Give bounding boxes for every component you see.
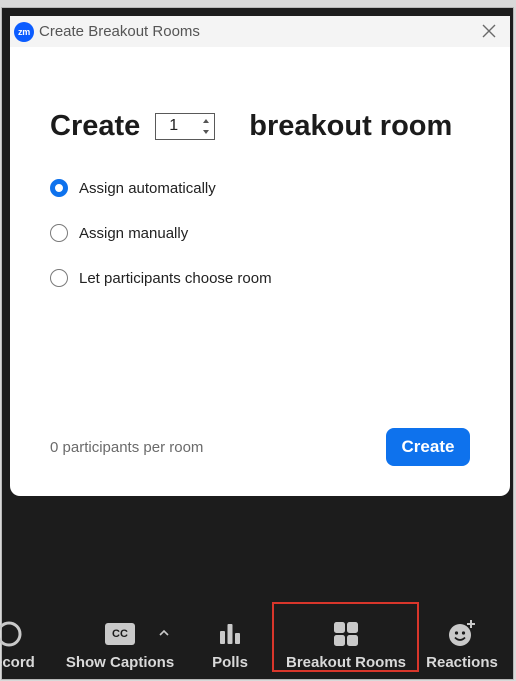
room-count-heading: Create 1 breakout room xyxy=(50,108,452,144)
toolbar-show-captions[interactable]: CC Show Captions xyxy=(64,600,176,681)
dialog-titlebar: zm Create Breakout Rooms xyxy=(10,16,510,47)
radio-let-participants-choose[interactable] xyxy=(50,269,68,287)
zoom-window: zm Create Breakout Rooms Create 1 breako… xyxy=(1,7,514,680)
create-word: Create xyxy=(50,109,141,142)
captions-chevron-up-icon[interactable] xyxy=(157,626,171,638)
close-icon xyxy=(482,24,496,38)
reactions-icon xyxy=(447,620,477,648)
toolbar-record[interactable]: Record xyxy=(0,600,41,681)
room-count-stepper[interactable]: 1 xyxy=(155,112,216,140)
breakout-rooms-highlight-box xyxy=(272,602,419,672)
radio-assign-manually[interactable] xyxy=(50,224,68,242)
toolbar-label-polls: Polls xyxy=(212,654,248,671)
room-word: breakout room xyxy=(249,109,453,142)
record-icon xyxy=(0,620,23,648)
toolbar-label-record: Record xyxy=(0,654,35,671)
option-assign-automatically[interactable]: Assign automatically xyxy=(50,177,216,199)
toolbar-reactions[interactable]: Reactions xyxy=(424,600,500,681)
option-label: Let participants choose room xyxy=(79,269,272,287)
close-button[interactable] xyxy=(480,22,498,40)
room-count-value[interactable]: 1 xyxy=(169,117,178,135)
toolbar-polls[interactable]: Polls xyxy=(200,600,260,681)
cc-icon-text: CC xyxy=(112,628,128,640)
option-label: Assign manually xyxy=(79,224,189,242)
toolbar-label-show-captions: Show Captions xyxy=(65,654,175,671)
option-let-participants-choose[interactable]: Let participants choose room xyxy=(50,267,272,289)
meeting-toolbar: Record CC Show Captions Polls xyxy=(0,600,516,681)
stepper-up-icon[interactable] xyxy=(203,118,210,123)
stepper-down-icon[interactable] xyxy=(203,129,210,134)
toolbar-label-reactions: Reactions xyxy=(426,654,498,671)
create-breakout-rooms-dialog: zm Create Breakout Rooms Create 1 breako… xyxy=(10,16,510,496)
participants-per-room-text: 0 participants per room xyxy=(50,439,204,456)
option-assign-manually[interactable]: Assign manually xyxy=(50,222,188,244)
create-button[interactable]: Create xyxy=(386,428,470,466)
polls-icon xyxy=(217,620,243,648)
cc-icon: CC xyxy=(105,620,135,648)
dialog-title: Create Breakout Rooms xyxy=(39,23,200,40)
radio-assign-automatically[interactable] xyxy=(50,179,68,197)
option-label: Assign automatically xyxy=(79,179,216,197)
stepper-arrows xyxy=(201,116,211,137)
zoom-logo-icon: zm xyxy=(14,22,34,42)
